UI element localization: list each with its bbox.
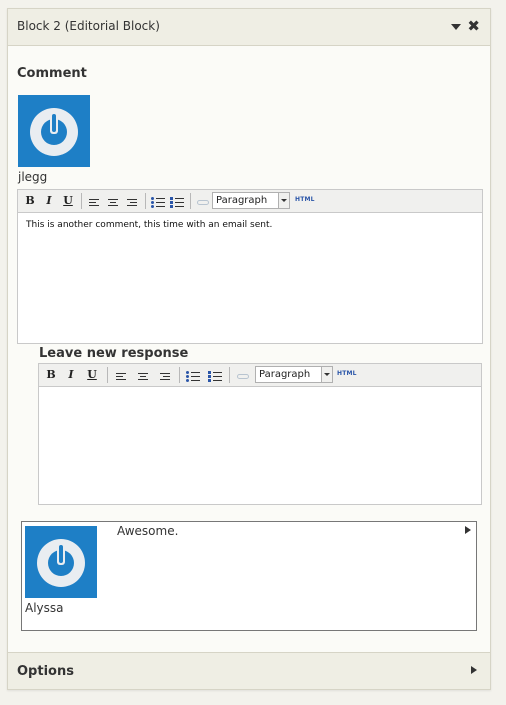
chevron-down-icon (321, 367, 332, 382)
align-right-button[interactable] (157, 367, 173, 383)
html-button[interactable]: HTML (295, 196, 315, 203)
toolbar-divider (107, 367, 108, 383)
comment-editor: B I U Paragraph HTML This is another com… (17, 189, 483, 344)
underline-button[interactable]: U (84, 367, 100, 383)
response-editor: B I U Paragraph HTML (38, 363, 482, 505)
numbered-list-button[interactable] (169, 193, 185, 209)
chevron-right-icon[interactable] (465, 526, 471, 534)
link-icon (197, 200, 209, 205)
comment-author: jlegg (18, 170, 48, 184)
underline-button[interactable]: U (60, 193, 76, 209)
avatar (18, 95, 90, 167)
align-center-button[interactable] (135, 367, 151, 383)
link-button[interactable] (195, 193, 211, 209)
numbered-list-icon (170, 197, 184, 209)
response-text-area[interactable] (39, 387, 481, 504)
bold-button[interactable]: B (22, 193, 38, 209)
close-icon[interactable]: ✖ (467, 17, 480, 35)
format-select[interactable]: Paragraph (212, 192, 290, 209)
comment-heading: Comment (17, 66, 87, 81)
toolbar-divider (179, 367, 180, 383)
editorial-block-panel: Block 2 (Editorial Block) ✖ Comment jleg… (7, 8, 491, 690)
align-center-button[interactable] (105, 193, 121, 209)
editor-toolbar: B I U Paragraph HTML (39, 364, 481, 387)
align-right-button[interactable] (124, 193, 140, 209)
power-icon (37, 539, 85, 587)
toolbar-divider (81, 193, 82, 209)
numbered-list-icon (208, 371, 222, 383)
response-item: Alyssa Awesome. (21, 521, 477, 631)
chevron-right-icon (471, 666, 477, 674)
response-text: Awesome. (117, 524, 179, 538)
power-icon (30, 108, 78, 156)
chevron-down-icon[interactable] (451, 24, 461, 30)
format-select-value: Paragraph (216, 195, 268, 206)
align-left-button[interactable] (86, 193, 102, 209)
toolbar-divider (190, 193, 191, 209)
align-left-button[interactable] (113, 367, 129, 383)
format-select[interactable]: Paragraph (255, 366, 333, 383)
align-left-icon (116, 373, 126, 382)
panel-title: Block 2 (Editorial Block) (17, 19, 160, 33)
link-button[interactable] (235, 367, 251, 383)
panel-header: Block 2 (Editorial Block) ✖ (8, 9, 490, 46)
bullet-list-button[interactable] (185, 367, 201, 383)
toolbar-divider (229, 367, 230, 383)
align-center-icon (108, 199, 118, 208)
avatar (25, 526, 97, 598)
toolbar-divider (145, 193, 146, 209)
align-right-icon (127, 199, 137, 208)
editor-toolbar: B I U Paragraph HTML (18, 190, 482, 213)
italic-button[interactable]: I (41, 193, 57, 209)
bullet-list-icon (151, 197, 165, 209)
response-heading: Leave new response (39, 346, 189, 361)
bullet-list-icon (186, 371, 200, 383)
bullet-list-button[interactable] (150, 193, 166, 209)
align-center-icon (138, 373, 148, 382)
link-icon (237, 374, 249, 379)
bold-button[interactable]: B (43, 367, 59, 383)
italic-button[interactable]: I (63, 367, 79, 383)
options-title: Options (17, 664, 74, 679)
comment-text-area[interactable]: This is another comment, this time with … (18, 213, 482, 343)
response-author: Alyssa (25, 601, 64, 615)
options-section[interactable]: Options (8, 652, 490, 689)
format-select-value: Paragraph (259, 369, 311, 380)
align-right-icon (160, 373, 170, 382)
chevron-down-icon (278, 193, 289, 208)
numbered-list-button[interactable] (207, 367, 223, 383)
align-left-icon (89, 199, 99, 208)
html-button[interactable]: HTML (337, 370, 357, 377)
